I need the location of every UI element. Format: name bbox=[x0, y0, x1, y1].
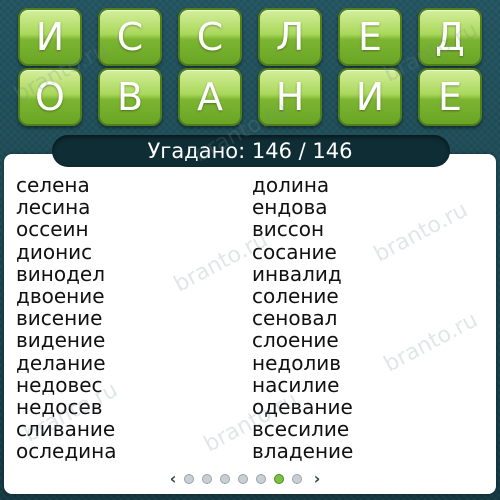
word-item: дионис bbox=[16, 239, 93, 264]
page-dot-active[interactable] bbox=[274, 474, 284, 484]
word-item: виссон bbox=[252, 217, 325, 242]
word-item: соление bbox=[252, 283, 339, 308]
letter-tile[interactable]: Д bbox=[418, 8, 482, 66]
letter-tile[interactable]: Е bbox=[418, 68, 482, 126]
word-item: оссеин bbox=[16, 217, 89, 242]
page-dot[interactable] bbox=[220, 474, 230, 484]
letter-tile[interactable]: Е bbox=[338, 8, 402, 66]
letter-tile[interactable]: Н bbox=[258, 68, 322, 126]
letter-tile[interactable]: С bbox=[98, 8, 162, 66]
word-item: висение bbox=[16, 306, 103, 331]
letter-tile[interactable]: И bbox=[338, 68, 402, 126]
word-item: недолив bbox=[252, 350, 342, 375]
chevron-right-icon[interactable]: › bbox=[310, 470, 324, 488]
letter-tiles: И С С Л Е Д О В А Н И Е bbox=[0, 0, 500, 140]
word-item: ендова bbox=[252, 195, 328, 220]
word-item: слоение bbox=[252, 328, 339, 353]
word-item: инвалид bbox=[252, 261, 342, 286]
word-item: видение bbox=[16, 328, 106, 353]
word-item: долина bbox=[252, 173, 330, 197]
letter-tile[interactable]: С bbox=[178, 8, 242, 66]
word-item: насилие bbox=[252, 372, 340, 397]
letter-tile[interactable]: И bbox=[18, 8, 82, 66]
word-item: селена bbox=[16, 173, 90, 197]
words-column-right: долина ендова виссон сосание инвалид сол… bbox=[252, 174, 353, 462]
word-item: делание bbox=[16, 350, 106, 375]
word-item: сосание bbox=[252, 239, 337, 264]
word-item: всесилие bbox=[252, 417, 350, 442]
word-item: оследина bbox=[16, 439, 117, 464]
page-indicator: ‹ › bbox=[166, 470, 336, 488]
letter-tile[interactable]: В bbox=[98, 68, 162, 126]
word-item: двоение bbox=[16, 283, 105, 308]
page-dot[interactable] bbox=[292, 474, 302, 484]
word-item: лесина bbox=[16, 195, 91, 220]
word-item: владение bbox=[252, 439, 354, 464]
page-dot[interactable] bbox=[184, 474, 194, 484]
page-dot[interactable] bbox=[238, 474, 248, 484]
guessed-counter: Угадано: 146 / 146 bbox=[147, 139, 353, 163]
page-dot[interactable] bbox=[202, 474, 212, 484]
letter-tile[interactable]: Л bbox=[258, 8, 322, 66]
letter-tile[interactable]: А bbox=[178, 68, 242, 126]
letter-tile[interactable]: О bbox=[18, 68, 82, 126]
word-item: сеновал bbox=[252, 306, 338, 331]
word-item: одевание bbox=[252, 394, 353, 419]
words-column-left: селена лесина оссеин дионис винодел двое… bbox=[16, 174, 116, 462]
word-item: недовес bbox=[16, 372, 103, 397]
word-item: винодел bbox=[16, 261, 106, 286]
chevron-left-icon[interactable]: ‹ bbox=[166, 470, 180, 488]
word-item: сливание bbox=[16, 417, 116, 442]
word-item: недосев bbox=[16, 394, 103, 419]
page-dot[interactable] bbox=[256, 474, 266, 484]
